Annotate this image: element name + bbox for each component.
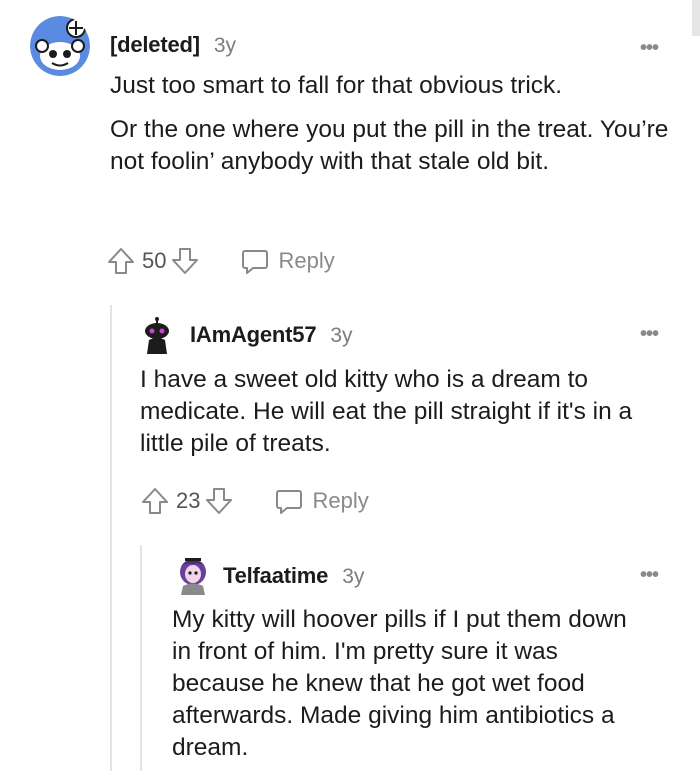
comment-age: 3y — [330, 324, 353, 347]
thread-line[interactable] — [140, 545, 142, 771]
snoo-avatar-icon[interactable] — [30, 16, 90, 76]
upvote-icon[interactable] — [106, 246, 136, 276]
comment-paragraph: I have a sweet old kitty who is a dream … — [140, 366, 633, 457]
comment-bubble-icon — [242, 250, 269, 274]
comment-bubble-icon — [276, 490, 303, 514]
comment-body: My kitty will hoover pills if I put them… — [172, 604, 642, 776]
comment-actions: 50 Reply — [106, 246, 335, 276]
comment-paragraph: Or the one where you put the pill in the… — [110, 116, 669, 175]
comment-body: Just too smart to fall for that obvious … — [110, 70, 670, 190]
comment-body: I have a sweet old kitty who is a dream … — [140, 364, 660, 472]
vote-score: 23 — [176, 488, 201, 513]
comment-actions: 23 Reply — [140, 486, 369, 516]
downvote-icon[interactable] — [204, 486, 234, 516]
downvote-icon[interactable] — [170, 246, 200, 276]
reply-label: Reply — [278, 248, 335, 273]
vote-score: 50 — [142, 248, 167, 273]
comment-author[interactable]: IAmAgent57 — [190, 322, 317, 348]
thread-line[interactable] — [110, 305, 112, 771]
comment-paragraph: Just too smart to fall for that obvious … — [110, 72, 563, 99]
comment-age: 3y — [213, 34, 237, 57]
scrollbar[interactable] — [692, 0, 700, 36]
comment-paragraph: My kitty will hoover pills if I put them… — [172, 606, 627, 761]
more-options-icon[interactable]: ••• — [640, 38, 659, 58]
upvote-icon[interactable] — [140, 486, 170, 516]
more-options-icon[interactable]: ••• — [640, 324, 659, 344]
agent-avatar-icon[interactable] — [140, 316, 174, 356]
comment-author[interactable]: [deleted] — [110, 32, 200, 58]
reply-button[interactable]: Reply — [240, 246, 335, 276]
reply-label: Reply — [312, 488, 369, 513]
comment-age: 3y — [342, 565, 365, 588]
telfaatime-avatar-icon[interactable] — [175, 556, 211, 596]
reply-button[interactable]: Reply — [274, 486, 369, 516]
more-options-icon[interactable]: ••• — [640, 565, 659, 585]
comment-author[interactable]: Telfaatime — [223, 563, 328, 589]
